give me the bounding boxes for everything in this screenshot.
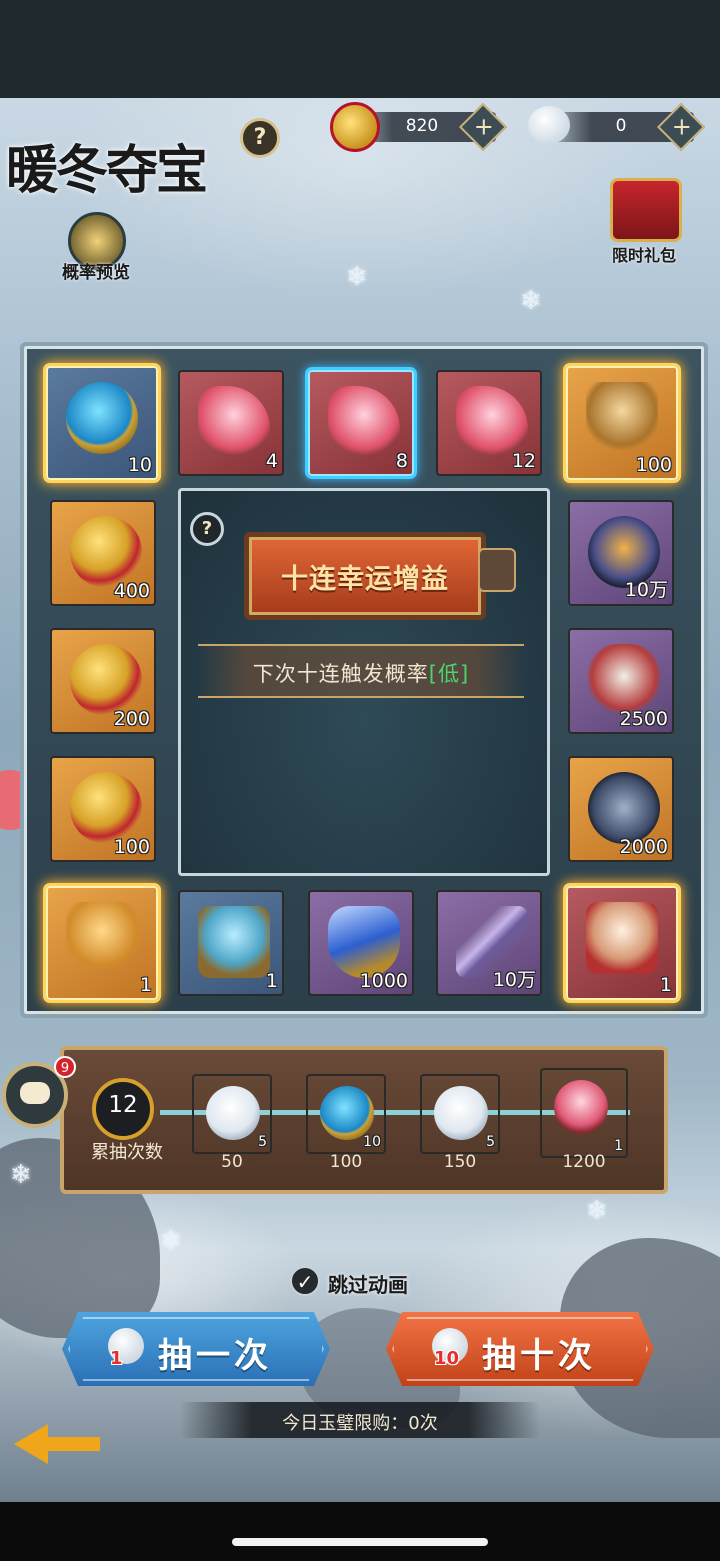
milestone-count: 5 bbox=[258, 1134, 267, 1150]
prize-count: 2000 bbox=[619, 836, 668, 858]
lucky-boost-title: 十连幸运增益 bbox=[281, 564, 449, 595]
coin-chip-icon bbox=[70, 772, 142, 844]
prize-tile: 4 bbox=[178, 370, 284, 476]
crystal-icon bbox=[328, 386, 400, 458]
coin-chip-icon bbox=[70, 644, 142, 716]
skip-animation-label: 跳过动画 bbox=[328, 1273, 408, 1297]
prize-count: 4 bbox=[265, 450, 278, 472]
trigger-probability-level: [低] bbox=[428, 662, 470, 686]
probability-preview-label: 概率预览 bbox=[62, 263, 130, 283]
prize-tile: 200 bbox=[50, 628, 156, 734]
prize-tile: 12 bbox=[436, 370, 542, 476]
prize-tile-selected: 8 bbox=[308, 370, 414, 476]
treasure-chest-icon bbox=[586, 382, 658, 454]
crystal-icon bbox=[198, 386, 270, 458]
prize-tile: 10万 bbox=[436, 890, 542, 996]
draw-count: 12 bbox=[108, 1092, 138, 1118]
home-indicator[interactable] bbox=[232, 1538, 488, 1546]
boost-help-icon[interactable]: ? bbox=[190, 512, 224, 546]
draw-once-cost: 1 bbox=[110, 1348, 123, 1369]
help-icon[interactable]: ? bbox=[240, 118, 280, 158]
coin-chip-icon bbox=[70, 516, 142, 588]
prize-tile: 2500 bbox=[568, 628, 674, 734]
prize-count: 8 bbox=[395, 450, 408, 472]
gold-chest-icon bbox=[66, 902, 138, 974]
snowball-currency: 0 + bbox=[548, 102, 706, 152]
milestone-reward[interactable]: 5 bbox=[192, 1074, 272, 1154]
prize-tile: 100 bbox=[566, 366, 678, 480]
system-bottom-bar bbox=[0, 1502, 720, 1561]
probability-preview-button[interactable]: 概率预览 bbox=[54, 212, 138, 283]
prize-count: 1 bbox=[659, 974, 672, 996]
prize-tile: 1 bbox=[566, 886, 678, 1000]
prize-count: 100 bbox=[113, 836, 150, 858]
draw-count-label: 累抽次数 bbox=[91, 1142, 163, 1163]
prize-count: 10 bbox=[127, 454, 152, 476]
milestone-reward[interactable]: 1 bbox=[540, 1068, 628, 1158]
milestone-threshold: 50 bbox=[221, 1152, 243, 1172]
red-chest-icon bbox=[586, 902, 658, 974]
prize-count: 1000 bbox=[359, 970, 408, 992]
snowball-icon bbox=[434, 1086, 488, 1140]
draw-ten-button[interactable]: 10 抽十次 bbox=[386, 1312, 654, 1386]
prize-count: 400 bbox=[113, 580, 150, 602]
prize-count: 200 bbox=[113, 708, 150, 730]
draw-once-label: 抽一次 bbox=[158, 1336, 272, 1376]
pink-chest-icon bbox=[554, 1080, 608, 1134]
status-bar bbox=[0, 0, 720, 98]
trigger-probability-label: 下次十连触发概率 bbox=[252, 662, 429, 686]
prize-tile: 100 bbox=[50, 756, 156, 862]
back-button[interactable] bbox=[14, 1420, 104, 1470]
tiger-charm-icon bbox=[588, 644, 660, 716]
blue-chest-icon bbox=[198, 906, 270, 978]
snowball-icon bbox=[528, 106, 570, 144]
limited-gift-button[interactable]: 限时礼包 bbox=[600, 178, 688, 268]
checkmark-icon: ✓ bbox=[290, 1266, 320, 1296]
gem-icon bbox=[328, 906, 400, 978]
milestone-count: 10 bbox=[363, 1134, 381, 1150]
prize-tile: 10万 bbox=[568, 500, 674, 606]
coin-chip-icon bbox=[330, 102, 380, 152]
chat-bubble-icon bbox=[20, 1082, 50, 1104]
milestone-threshold: 100 bbox=[329, 1152, 363, 1172]
prize-count: 12 bbox=[511, 450, 536, 472]
milestone-count: 5 bbox=[486, 1134, 495, 1150]
prize-tile: 2000 bbox=[568, 756, 674, 862]
page-title: 暖冬夺宝 bbox=[6, 140, 208, 201]
prize-tile: 1 bbox=[46, 886, 158, 1000]
prize-count: 10万 bbox=[492, 969, 536, 991]
prize-tile: 400 bbox=[50, 500, 156, 606]
stone-disc-icon bbox=[588, 772, 660, 844]
draw-ten-label: 抽十次 bbox=[482, 1336, 596, 1376]
daily-purchase-limit: 今日玉璧限购：0次 bbox=[180, 1402, 540, 1438]
back-arrow-icon bbox=[14, 1424, 48, 1464]
milestone-reward[interactable]: 5 bbox=[420, 1074, 500, 1154]
prize-count: 1 bbox=[139, 974, 152, 996]
blue-orb-icon bbox=[320, 1086, 374, 1140]
milestone-threshold: 150 bbox=[443, 1152, 477, 1172]
crystal-icon bbox=[456, 386, 528, 458]
lucky-boost-banner: 十连幸运增益 bbox=[244, 532, 486, 620]
draw-counter: 12 累抽次数 bbox=[84, 1078, 170, 1163]
prize-tile: 1 bbox=[178, 890, 284, 996]
blue-orb-icon bbox=[66, 382, 138, 454]
prize-count: 10万 bbox=[624, 579, 668, 601]
crank-icon bbox=[478, 548, 516, 592]
snowball-icon bbox=[206, 1086, 260, 1140]
gift-chest-icon bbox=[610, 178, 682, 242]
prize-tile: 10 bbox=[46, 366, 158, 480]
daily-limit-text: 今日玉璧限购：0次 bbox=[282, 1413, 438, 1434]
draw-once-button[interactable]: 1 抽一次 bbox=[62, 1312, 330, 1386]
prize-count: 2500 bbox=[619, 708, 668, 730]
draw-ten-cost: 10 bbox=[434, 1348, 460, 1369]
milestone-threshold: 1200 bbox=[562, 1152, 606, 1172]
prize-count: 100 bbox=[635, 454, 672, 476]
prize-count: 1 bbox=[265, 970, 278, 992]
chat-unread-badge: 9 bbox=[54, 1056, 76, 1078]
trigger-probability: 下次十连触发概率[低] bbox=[198, 644, 524, 698]
prize-tile: 1000 bbox=[308, 890, 414, 996]
limited-gift-label: 限时礼包 bbox=[611, 246, 676, 265]
milestone-reward[interactable]: 10 bbox=[306, 1074, 386, 1154]
